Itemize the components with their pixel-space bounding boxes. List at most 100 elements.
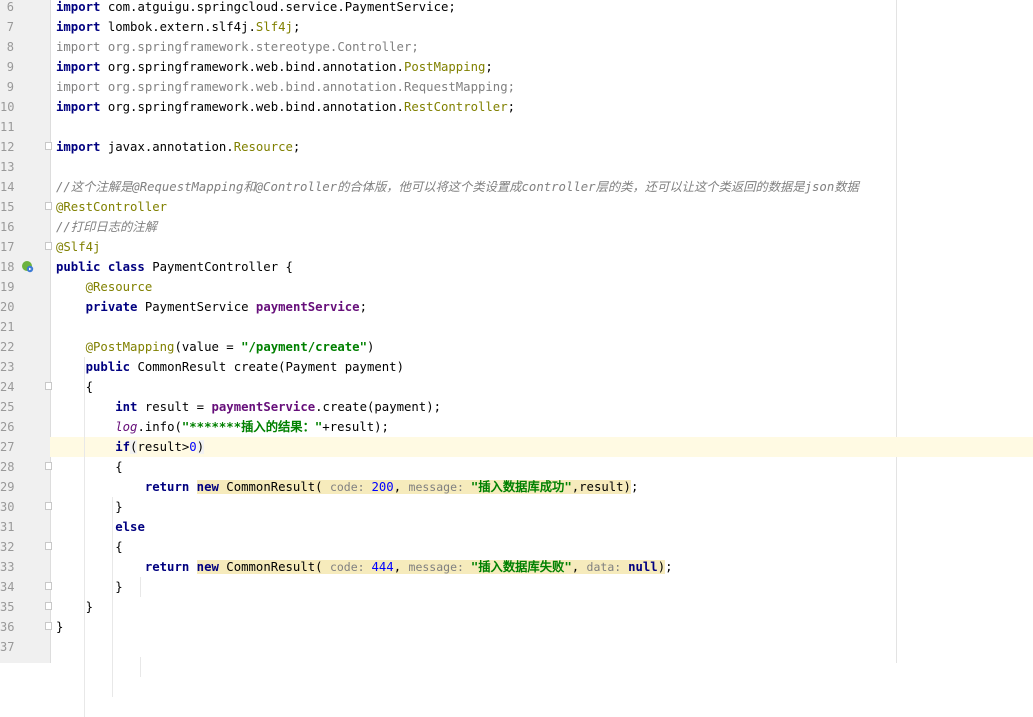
code-line[interactable]: 29 return new CommonResult( code: 200, m… bbox=[0, 477, 1033, 497]
line-number: 36 bbox=[0, 620, 15, 634]
code-line[interactable]: 14 //这个注解是@RequestMapping和@Controller的合体版… bbox=[0, 177, 1033, 197]
code-token: @PostMapping bbox=[85, 340, 175, 354]
fold-marker-icon[interactable] bbox=[45, 142, 52, 150]
code-token: int bbox=[115, 400, 145, 414]
code-token: lombok.extern.slf4j. bbox=[107, 20, 256, 34]
code-line[interactable]: 20 private PaymentService paymentService… bbox=[0, 297, 1033, 317]
fold-marker-icon[interactable] bbox=[45, 202, 52, 210]
code-line[interactable]: 18 public class PaymentController { bbox=[0, 257, 1033, 277]
fold-marker-icon[interactable] bbox=[45, 622, 52, 630]
fold-marker-icon[interactable] bbox=[45, 242, 52, 250]
code-token: CommonResult( bbox=[226, 480, 330, 494]
code-text: } bbox=[56, 617, 63, 637]
code-line[interactable]: 19 @Resource bbox=[0, 277, 1033, 297]
code-text: @Resource bbox=[56, 277, 153, 297]
code-token: .create(payment); bbox=[315, 400, 442, 414]
code-line[interactable]: 34 } bbox=[0, 577, 1033, 597]
line-number: 18 bbox=[0, 260, 15, 274]
line-number: 35 bbox=[0, 600, 15, 614]
code-token: PostMapping bbox=[403, 60, 486, 74]
indent-guide bbox=[140, 577, 141, 597]
code-line[interactable]: 10 import org.springframework.web.bind.an… bbox=[0, 97, 1033, 117]
code-line[interactable]: 16 //打印日志的注解 bbox=[0, 217, 1033, 237]
code-text: //这个注解是@RequestMapping和@Controller的合体版，他… bbox=[56, 177, 859, 197]
code-line[interactable]: 37 bbox=[0, 637, 1033, 657]
code-token: import org.springframework.web.bind.anno… bbox=[56, 80, 516, 94]
code-line[interactable]: 27 if(result>0) bbox=[0, 437, 1033, 457]
code-token: 0 bbox=[189, 440, 197, 454]
line-number: 6 bbox=[6, 0, 14, 14]
code-token: org.springframework.web.bind.annotation. bbox=[107, 100, 404, 114]
code-token: ; bbox=[485, 60, 493, 74]
code-line[interactable]: 11 bbox=[0, 117, 1033, 137]
line-number: 28 bbox=[0, 460, 15, 474]
code-text: log.info("*******插入的结果："+result); bbox=[56, 417, 389, 437]
code-token: import org.springframework.stereotype.Co… bbox=[56, 40, 419, 54]
code-text: import org.springframework.web.bind.anno… bbox=[56, 57, 493, 77]
code-text: if(result>0) bbox=[56, 437, 205, 457]
fold-marker-icon[interactable] bbox=[45, 502, 52, 510]
code-text: return new CommonResult( code: 444, mess… bbox=[56, 557, 673, 577]
fold-marker-icon[interactable] bbox=[45, 382, 52, 390]
code-line[interactable]: 9 import org.springframework.web.bind.ann… bbox=[0, 77, 1033, 97]
code-line[interactable]: 15 @RestController bbox=[0, 197, 1033, 217]
code-token: log bbox=[115, 420, 138, 434]
spring-bean-run-icon[interactable] bbox=[21, 260, 34, 273]
code-line[interactable]: 7 import lombok.extern.slf4j.Slf4j; bbox=[0, 17, 1033, 37]
fold-marker-icon[interactable] bbox=[45, 582, 52, 590]
code-token: ; bbox=[359, 300, 367, 314]
code-text: } bbox=[56, 597, 93, 617]
fold-marker-icon[interactable] bbox=[45, 462, 52, 470]
line-number: 29 bbox=[0, 480, 15, 494]
code-token: PaymentService bbox=[144, 300, 256, 314]
code-token: , bbox=[393, 560, 409, 574]
line-number: 20 bbox=[0, 300, 15, 314]
code-line[interactable]: 8 import org.springframework.stereotype.C… bbox=[0, 37, 1033, 57]
code-line[interactable]: 17 @Slf4j bbox=[0, 237, 1033, 257]
line-number: 37 bbox=[0, 640, 15, 654]
code-line[interactable]: 12 import javax.annotation.Resource; bbox=[0, 137, 1033, 157]
code-line[interactable]: 13 bbox=[0, 157, 1033, 177]
line-number: 10 bbox=[0, 100, 15, 114]
code-token: +result); bbox=[322, 420, 389, 434]
code-line[interactable]: 23 public CommonResult create(Payment pa… bbox=[0, 357, 1033, 377]
line-number: 27 bbox=[0, 440, 15, 454]
line-number: 24 bbox=[0, 380, 15, 394]
code-text: import org.springframework.web.bind.anno… bbox=[56, 77, 515, 97]
code-line[interactable]: 30 } bbox=[0, 497, 1033, 517]
code-line[interactable]: 21 bbox=[0, 317, 1033, 337]
code-line[interactable]: 32 { bbox=[0, 537, 1033, 557]
code-token: data: bbox=[586, 560, 629, 574]
line-number: 30 bbox=[0, 500, 15, 514]
code-token: Slf4j bbox=[255, 20, 293, 34]
code-token: import bbox=[56, 140, 108, 154]
code-token: .info( bbox=[137, 420, 182, 434]
code-line[interactable]: 24 { bbox=[0, 377, 1033, 397]
code-token: public class bbox=[56, 260, 153, 274]
code-token: "/payment/create" bbox=[241, 340, 367, 354]
code-line[interactable]: 25 int result = paymentService.create(pa… bbox=[0, 397, 1033, 417]
code-token: @Resource bbox=[85, 280, 153, 294]
code-line[interactable]: 36} bbox=[0, 617, 1033, 637]
code-text: { bbox=[56, 457, 122, 477]
code-token: result> bbox=[137, 440, 190, 454]
code-line[interactable]: 26 log.info("*******插入的结果："+result); bbox=[0, 417, 1033, 437]
code-line[interactable]: 22 @PostMapping(value = "/payment/create… bbox=[0, 337, 1033, 357]
line-number: 13 bbox=[0, 160, 15, 174]
fold-marker-icon[interactable] bbox=[45, 542, 52, 550]
code-token: Resource bbox=[233, 140, 293, 154]
code-line[interactable]: 35 } bbox=[0, 597, 1033, 617]
fold-marker-icon[interactable] bbox=[45, 602, 52, 610]
code-token: else bbox=[115, 520, 145, 534]
code-line[interactable]: 9 import org.springframework.web.bind.ann… bbox=[0, 57, 1033, 77]
code-token: ; bbox=[292, 20, 301, 34]
code-line[interactable]: 33 return new CommonResult( code: 444, m… bbox=[0, 557, 1033, 577]
line-number: 16 bbox=[0, 220, 15, 234]
code-line[interactable]: 28 { bbox=[0, 457, 1033, 477]
code-line[interactable]: 6 import com.atguigu.springcloud.service.… bbox=[0, 0, 1033, 17]
code-token: @Slf4j bbox=[56, 240, 101, 254]
code-line[interactable]: 31 else bbox=[0, 517, 1033, 537]
